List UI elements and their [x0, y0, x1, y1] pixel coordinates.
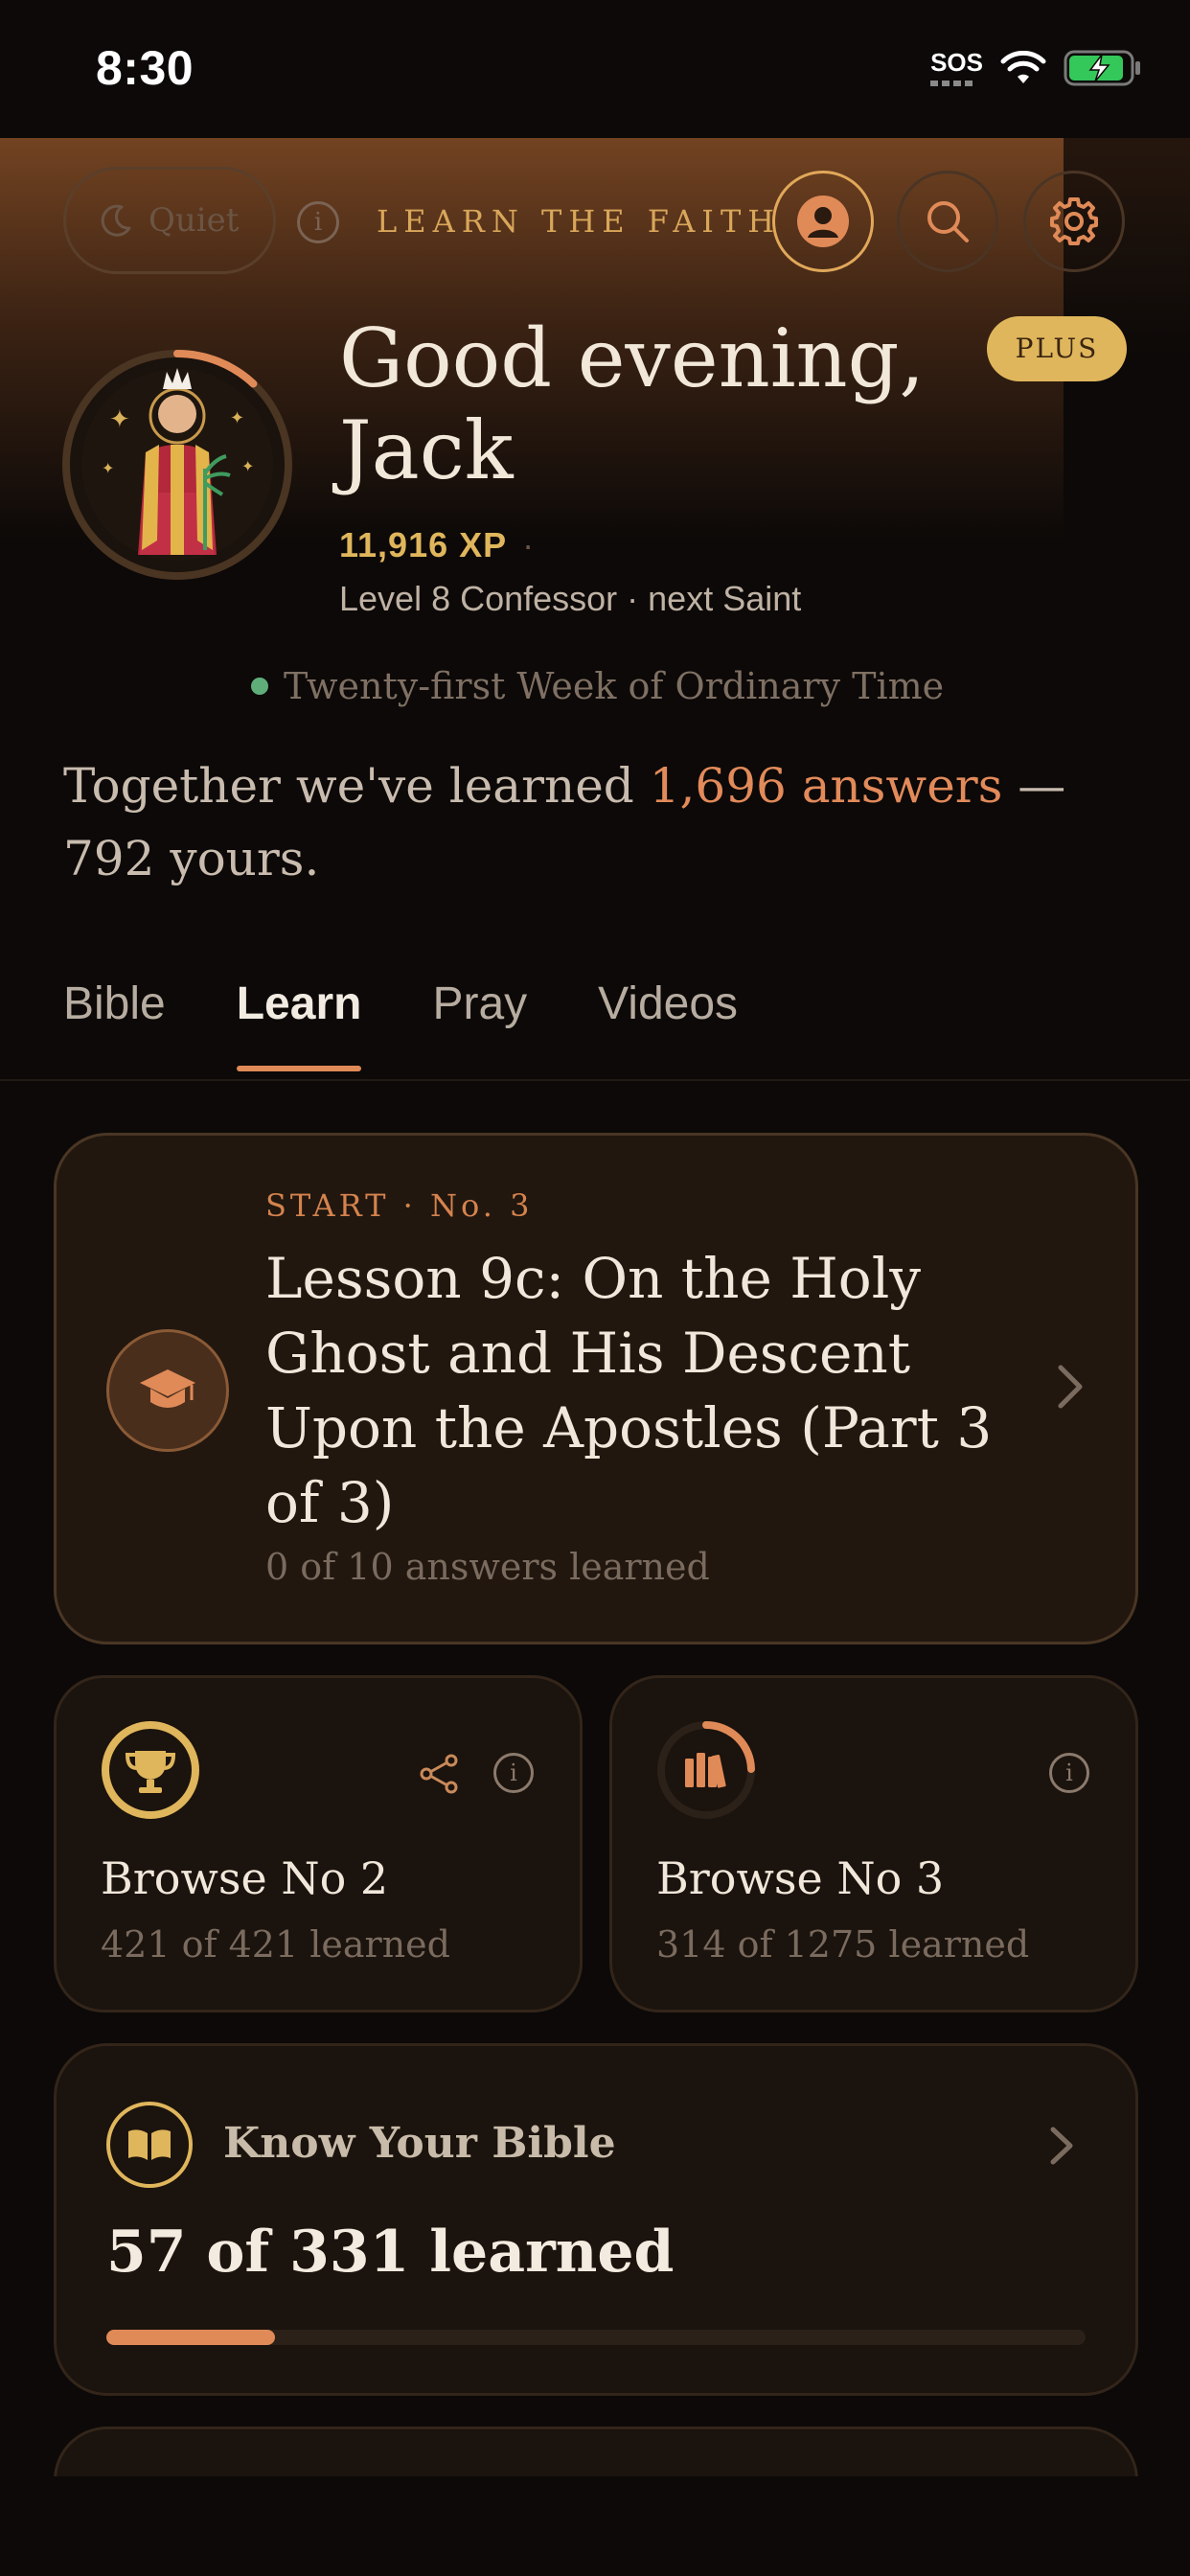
- info-icon[interactable]: i: [1049, 1753, 1089, 1793]
- wifi-icon: [1000, 51, 1046, 83]
- profile-icon: [797, 196, 849, 247]
- cellular-dots: [930, 80, 975, 86]
- community-stat-highlight: 1,696 answers: [649, 758, 1003, 814]
- quiet-label: Quiet: [149, 201, 240, 240]
- graduation-cap-icon: [106, 1329, 229, 1452]
- bottom-area: [0, 2476, 1190, 2576]
- svg-text:✦: ✦: [230, 408, 244, 428]
- books-icon: [657, 1721, 755, 1819]
- tab-bible[interactable]: Bible: [63, 978, 166, 1030]
- bible-progress-fill: [106, 2330, 275, 2345]
- browse-card-2[interactable]: i Browse No 2 421 of 421 learned: [54, 1675, 583, 2012]
- xp-separator: ·: [522, 525, 536, 564]
- info-icon[interactable]: i: [493, 1753, 534, 1793]
- browse-title: Browse No 3: [656, 1852, 945, 1904]
- moon-icon: [101, 204, 131, 237]
- greeting-name: Jack: [339, 403, 514, 497]
- status-icons: SOS: [930, 48, 1142, 86]
- sos-indicator: SOS: [930, 48, 983, 86]
- season-dot: [251, 678, 268, 695]
- quiet-mode-toggle[interactable]: Quiet: [63, 167, 276, 274]
- browse-count: 421 of 421 learned: [101, 1923, 450, 1966]
- lesson-title: Lesson 9c: On the Holy Ghost and His Des…: [265, 1246, 993, 1535]
- browse-count: 314 of 1275 learned: [656, 1923, 1030, 1966]
- trophy-icon: [102, 1721, 199, 1819]
- status-time: 8:30: [96, 41, 195, 95]
- bible-count: 57 of 331 learned: [106, 2219, 675, 2286]
- avatar[interactable]: ✦ ✦ ✦ ✦: [61, 349, 293, 581]
- chevron-right-icon: [1050, 2127, 1073, 2165]
- xp-total: 11,916 XP ·: [339, 525, 535, 565]
- community-stat: Together we've learned 1,696 answers — 7…: [63, 749, 1136, 895]
- plus-badge[interactable]: PLUS: [987, 316, 1127, 381]
- greeting-line-1: Good evening,: [339, 311, 926, 405]
- profile-button[interactable]: [772, 171, 874, 272]
- tab-learn[interactable]: Learn: [236, 978, 361, 1071]
- current-lesson-card[interactable]: START · No. 3 Lesson 9c: On the Holy Gho…: [54, 1133, 1138, 1644]
- lesson-eyebrow: START · No. 3: [265, 1187, 534, 1224]
- chevron-right-icon: [1058, 1365, 1083, 1409]
- app-title: LEARN THE FAITH: [377, 203, 782, 240]
- level-text: Level 8 Confessor · next Saint: [339, 579, 802, 618]
- liturgical-season: Twenty-first Week of Ordinary Time: [251, 665, 944, 707]
- browse-title: Browse No 2: [101, 1852, 389, 1904]
- graduation-cap-glyph: [140, 1369, 195, 1408]
- bible-title: Know Your Bible: [223, 2119, 616, 2168]
- community-stat-prefix: Together we've learned: [63, 758, 650, 814]
- season-text: Twenty-first Week of Ordinary Time: [284, 665, 945, 707]
- gear-icon: [1050, 197, 1098, 245]
- greeting: Good evening, Jack: [339, 312, 925, 496]
- bible-progress-bar: [106, 2330, 1086, 2345]
- tabs-divider: [0, 1079, 1190, 1081]
- open-book-glyph: [128, 2129, 171, 2160]
- search-button[interactable]: [897, 171, 998, 272]
- search-icon: [927, 201, 969, 242]
- svg-text:✦: ✦: [102, 459, 114, 477]
- sos-label: SOS: [930, 47, 983, 77]
- svg-text:✦: ✦: [109, 405, 130, 434]
- xp-value: 11,916 XP: [339, 525, 508, 564]
- status-bar: 8:30 SOS: [0, 0, 1190, 138]
- know-your-bible-card[interactable]: Know Your Bible 57 of 331 learned: [54, 2043, 1138, 2396]
- tab-bar: Bible Learn Pray Videos: [63, 978, 738, 1071]
- settings-button[interactable]: [1023, 171, 1125, 272]
- info-icon[interactable]: i: [297, 201, 339, 243]
- tab-videos[interactable]: Videos: [598, 978, 738, 1030]
- battery-charging-icon: [1064, 50, 1140, 86]
- tab-pray[interactable]: Pray: [432, 978, 527, 1030]
- book-icon: [106, 2102, 193, 2188]
- browse-card-3[interactable]: i Browse No 3 314 of 1275 learned: [609, 1675, 1138, 2012]
- saint-avatar-image: ✦ ✦ ✦ ✦: [62, 350, 292, 580]
- share-icon[interactable]: [419, 1753, 461, 1795]
- lesson-progress: 0 of 10 answers learned: [265, 1546, 710, 1588]
- svg-text:✦: ✦: [241, 457, 254, 475]
